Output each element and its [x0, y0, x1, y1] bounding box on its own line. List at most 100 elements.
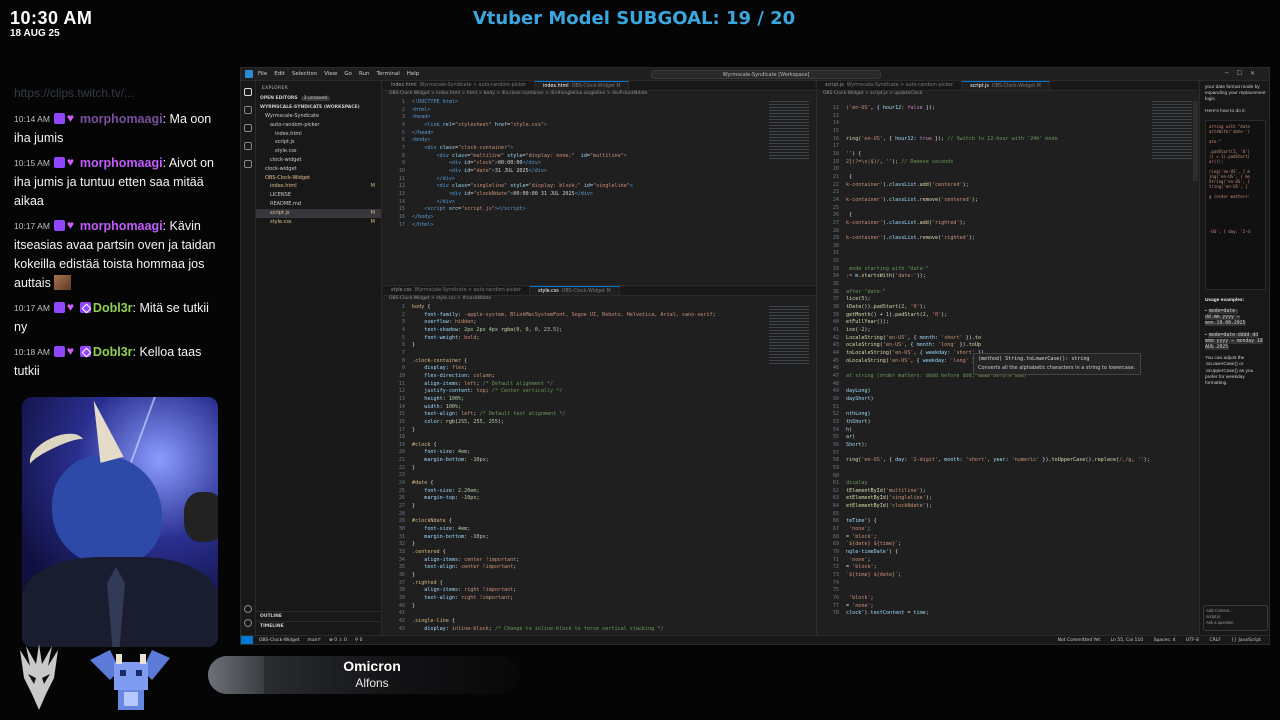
command-center[interactable]: Wyrmscale-Syndicate [Workspace]: [651, 70, 881, 79]
open-editors-section[interactable]: OPEN EDITORS 3 unsaved: [256, 94, 381, 103]
status-ports[interactable]: ⚲ 0: [355, 638, 363, 643]
tree-item[interactable]: Wyrmscale-Syndicate: [256, 112, 381, 121]
css-breadcrumb[interactable]: OBS-Clock-Widget > style.css > #clockNda…: [383, 296, 815, 304]
code-line: 59: [817, 465, 1198, 473]
line-number: 8: [401, 357, 405, 364]
account-icon[interactable]: [244, 605, 252, 613]
workspace-section[interactable]: WYRMSCALE-SYNDICATE (WORKSPACE): [256, 103, 381, 112]
code-line: 40}: [383, 603, 815, 611]
editor-tab[interactable]: style.css OBS-Clock-Widget M: [530, 286, 620, 295]
tree-item[interactable]: clock-widget: [256, 165, 381, 174]
chat-code-block[interactable]: arting with "date artsWith('date-') ate-…: [1205, 119, 1266, 290]
tree-item[interactable]: script.js M: [256, 208, 381, 218]
file-context-chip[interactable]: script.js: [1206, 614, 1265, 619]
line-number: 9: [401, 160, 405, 167]
code-text: ring('en-US', { hour12: true }); // Swit…: [846, 135, 1058, 142]
explorer-icon[interactable]: [244, 88, 252, 96]
tree-item[interactable]: script.js: [256, 138, 381, 147]
tree-item[interactable]: OBS-Clock-Widget: [256, 174, 381, 183]
menu-selection[interactable]: Selection: [292, 71, 317, 77]
menu-help[interactable]: Help: [407, 71, 420, 77]
status-workspace[interactable]: OBS-Clock-Widget: [259, 638, 300, 643]
css-code[interactable]: 1 body {2 font-family: -apple-system, Bli…: [383, 304, 815, 633]
status-encoding[interactable]: UTF-8: [1186, 638, 1199, 643]
outline-section[interactable]: OUTLINE: [256, 611, 381, 621]
chat-timestamp: 10:14 AM: [14, 114, 50, 124]
html-code[interactable]: 1 <!DOCTYPE html> 2 <html> 3 <head> 4 <link re…: [383, 99, 815, 229]
status-cursor-position[interactable]: Ln 55, Col 110: [1111, 638, 1144, 643]
code-text: }: [412, 503, 416, 510]
code-line: 28: [817, 228, 1198, 236]
add-context-button[interactable]: Add Context...: [1206, 608, 1265, 613]
js-minimap[interactable]: [1152, 101, 1192, 161]
chat-username[interactable]: morphomaagi: [80, 112, 163, 126]
emote-icon: [54, 275, 72, 290]
tree-item[interactable]: README.md: [256, 200, 381, 209]
html-minimap[interactable]: [769, 101, 809, 161]
tree-item[interactable]: style.css: [256, 147, 381, 156]
chat-username[interactable]: morphomaagi: [80, 219, 163, 233]
editor-tab[interactable]: index.html OBS-Clock-Widget M: [535, 81, 630, 90]
status-blame[interactable]: Not Committed Yet: [1058, 638, 1101, 643]
tree-item[interactable]: auto-random-picker: [256, 121, 381, 130]
extensions-icon[interactable]: [244, 160, 252, 168]
chat-username[interactable]: Dobl3r: [93, 345, 133, 359]
code-text: 'block';: [849, 595, 874, 601]
code-text: mode starting with "date-": [849, 265, 929, 272]
status-git-branch[interactable]: main*: [308, 638, 322, 643]
menu-file[interactable]: File: [258, 71, 267, 77]
code-text: font-family: -apple-system, BlinkMacSyst…: [424, 311, 716, 318]
tree-item[interactable]: index.html: [256, 130, 381, 139]
code-line: 60: [817, 473, 1198, 481]
status-problems[interactable]: ⊗ 0 ⚠ 0: [329, 638, 347, 643]
code-text: k-container').classList.add('righted');: [846, 219, 966, 226]
html-breadcrumb[interactable]: OBS-Clock-Widget > index.html > html > b…: [383, 91, 815, 99]
line-number: 73: [832, 572, 839, 579]
remote-indicator-icon[interactable]: [241, 635, 253, 644]
editor-tab[interactable]: script.js Wyrmscale-Syndicate > auto-rand…: [817, 81, 963, 90]
line-number: 59: [832, 464, 839, 471]
line-number: 36: [398, 571, 405, 578]
editor-tab[interactable]: script.js OBS-Clock-Widget M: [962, 81, 1050, 90]
source-control-icon[interactable]: [244, 124, 252, 132]
line-number: 1: [401, 99, 405, 105]
js-breadcrumb[interactable]: OBS-Clock-Widget > script.js > updateClo…: [817, 91, 1198, 99]
css-minimap[interactable]: [769, 306, 809, 366]
chat-username[interactable]: Dobl3r: [93, 301, 133, 315]
tree-item-label: index.html: [275, 130, 302, 137]
chat-input[interactable]: Add Context... script.js Ask a question: [1203, 605, 1268, 631]
code-line: 8 <div class="multiline" style="display:…: [383, 153, 815, 161]
timeline-section[interactable]: TIMELINE: [256, 621, 381, 631]
chat-username[interactable]: morphomaagi: [80, 156, 163, 170]
menu-view[interactable]: View: [324, 71, 337, 77]
menu-terminal[interactable]: Terminal: [376, 71, 399, 77]
line-number: 16: [832, 135, 839, 142]
tree-item[interactable]: clock-widget: [256, 156, 381, 165]
editor-tab[interactable]: style.css Wyrmscale-Syndicate > auto-rand…: [383, 286, 531, 295]
status-eol[interactable]: CRLF: [1209, 638, 1220, 643]
code-text: height: 100%;: [424, 395, 465, 402]
line-number: 50: [832, 395, 839, 402]
settings-gear-icon[interactable]: [244, 619, 252, 627]
menu-edit[interactable]: Edit: [274, 71, 285, 77]
run-debug-icon[interactable]: [244, 142, 252, 150]
line-number: 33: [398, 549, 405, 555]
line-number: 25: [832, 204, 839, 211]
tree-item[interactable]: LICENSE: [256, 191, 381, 200]
menu-go[interactable]: Go: [344, 71, 352, 77]
window-controls[interactable]: ─☐✕: [1225, 70, 1263, 77]
menu-run[interactable]: Run: [359, 71, 370, 77]
line-number: 39: [398, 594, 405, 601]
code-line: 11 align-items: left; /* Default alignme…: [383, 381, 815, 389]
line-number: 32: [832, 258, 839, 265]
tree-item[interactable]: style.css M: [256, 218, 381, 227]
line-number: 3: [401, 114, 405, 121]
status-indent[interactable]: Spaces: 4: [1154, 638, 1176, 643]
status-language[interactable]: {} JavaScript: [1231, 638, 1261, 643]
search-icon[interactable]: [244, 106, 252, 114]
tree-item[interactable]: index.html M: [256, 182, 381, 191]
line-number: 46: [832, 365, 839, 372]
code-line: 38 align-items: right !important;: [383, 587, 815, 595]
js-scrollbar[interactable]: [1193, 101, 1198, 181]
editor-tab[interactable]: index.html Wyrmscale-Syndicate > auto-ran…: [383, 81, 536, 90]
